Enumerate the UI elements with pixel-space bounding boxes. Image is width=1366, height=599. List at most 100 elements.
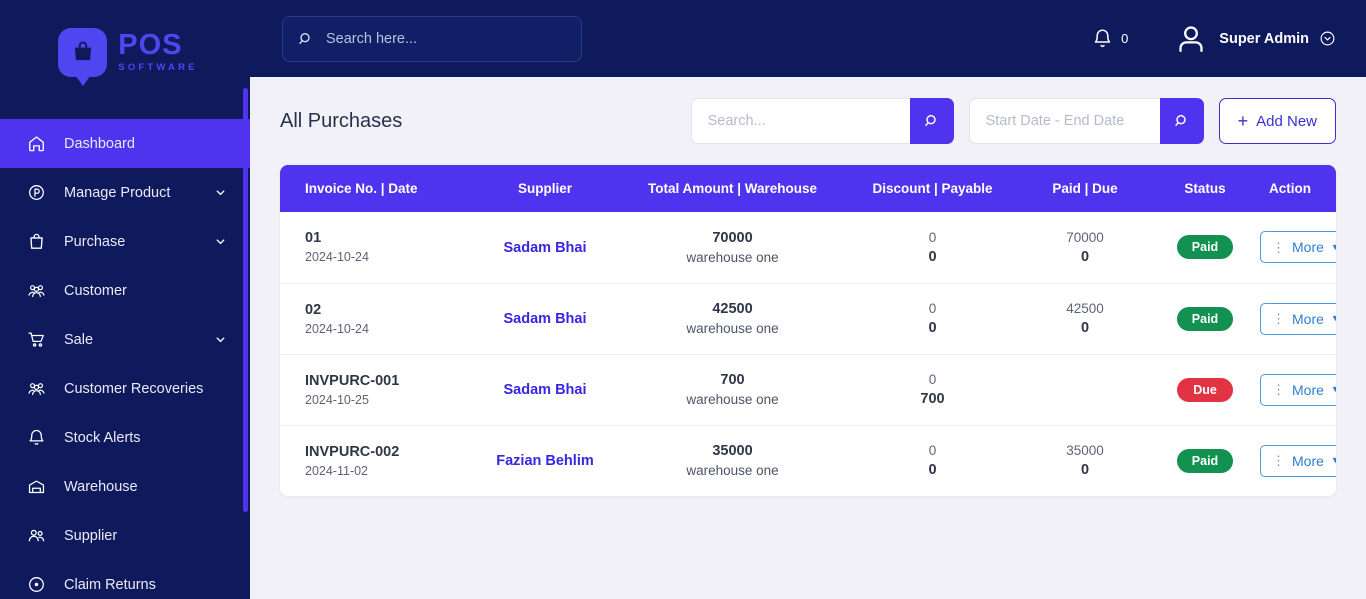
notification-count: 0 xyxy=(1121,31,1129,46)
sidebar-item-label: Sale xyxy=(64,331,94,348)
vertical-dots-icon: ⋮ xyxy=(1272,382,1285,397)
main-area: 0 Super Admin Al xyxy=(250,0,1366,599)
sidebar-item-label: Customer xyxy=(64,282,127,299)
more-button[interactable]: ⋮ More ▼ xyxy=(1260,302,1336,335)
invoice-date: 2024-11-02 xyxy=(305,463,369,478)
content: All Purchases Search... Start Date - End… xyxy=(250,77,1366,599)
magnifier-icon xyxy=(1174,113,1190,129)
more-button-label: More xyxy=(1292,452,1324,469)
purchase-search-button[interactable] xyxy=(909,98,954,144)
chevron-down-circle-icon[interactable] xyxy=(1319,30,1336,47)
invoice-date: 2024-10-24 xyxy=(305,250,369,265)
cell-action: ⋮ More ▼ xyxy=(1260,425,1336,496)
brand-tagline: SOFTWARE xyxy=(118,62,198,74)
cell-action: ⋮ More ▼ xyxy=(1260,354,1336,425)
more-button[interactable]: ⋮ More ▼ xyxy=(1260,231,1336,264)
sidebar-item-label: Stock Alerts xyxy=(64,429,141,446)
cell-total-warehouse: 35000 warehouse one xyxy=(620,425,845,496)
paid-value: 70000 xyxy=(1066,229,1104,245)
global-search-input[interactable] xyxy=(326,30,566,47)
brand-text: POS SOFTWARE xyxy=(118,31,197,73)
cell-invoice: 01 2024-10-24 xyxy=(280,212,470,283)
more-button[interactable]: ⋮ More ▼ xyxy=(1260,444,1336,477)
cell-supplier: Sadam Bhai xyxy=(470,283,620,354)
brand-logo[interactable]: POS SOFTWARE xyxy=(0,0,250,104)
more-button-label: More xyxy=(1292,239,1324,256)
cell-invoice: 02 2024-10-24 xyxy=(280,283,470,354)
total-amount: 35000 xyxy=(712,443,753,460)
purchase-search-input[interactable] xyxy=(690,98,910,144)
sidebar-item-customer-recoveries[interactable]: Customer Recoveries xyxy=(0,364,250,413)
customer-group-icon xyxy=(25,280,47,302)
notifications-button[interactable]: 0 xyxy=(1092,28,1128,49)
topbar: 0 Super Admin xyxy=(250,0,1366,77)
payable-value: 0 xyxy=(928,320,937,336)
purchases-table: Invoice No. | Date Supplier Total Amount… xyxy=(280,165,1336,496)
user-name: Super Admin xyxy=(1219,30,1309,47)
invoice-date: 2024-10-24 xyxy=(305,321,369,336)
vertical-dots-icon: ⋮ xyxy=(1272,239,1285,255)
bell-icon xyxy=(1092,28,1113,49)
sidebar-item-purchase[interactable]: Purchase xyxy=(0,217,250,266)
cell-action: ⋮ More ▼ xyxy=(1260,283,1336,354)
vertical-dots-icon: ⋮ xyxy=(1272,311,1285,326)
status-badge: Paid xyxy=(1177,306,1233,331)
purchase-search-group xyxy=(690,98,954,144)
column-header-paid: Paid | Due xyxy=(1052,181,1118,196)
cell-invoice: INVPURC-001 2024-10-25 xyxy=(280,354,470,425)
cell-paid-due xyxy=(1020,354,1150,425)
topbar-right: 0 Super Admin xyxy=(1092,22,1336,56)
supplier-link[interactable]: Sadam Bhai xyxy=(504,382,587,398)
sidebar-item-stock-alerts[interactable]: Stock Alerts xyxy=(0,413,250,462)
payable-value: 0 xyxy=(928,462,937,479)
date-range-search-button[interactable] xyxy=(1159,98,1204,144)
supplier-link[interactable]: Sadam Bhai xyxy=(504,240,587,256)
people-icon xyxy=(25,525,47,547)
user-avatar-icon[interactable] xyxy=(1174,22,1208,56)
table-header-row: Invoice No. | Date Supplier Total Amount… xyxy=(280,165,1336,212)
total-amount: 70000 xyxy=(712,229,753,246)
sidebar-item-customer[interactable]: Customer xyxy=(0,266,250,315)
warehouse-name: warehouse one xyxy=(686,392,779,407)
chevron-down-icon[interactable] xyxy=(214,333,228,347)
sidebar-item-dashboard[interactable]: Dashboard xyxy=(0,119,250,168)
add-new-button[interactable]: + Add New xyxy=(1218,98,1336,144)
more-button[interactable]: ⋮ More ▼ xyxy=(1260,373,1336,406)
invoice-number: 01 xyxy=(305,230,322,247)
column-header-status: Status xyxy=(1184,181,1226,196)
due-value: 0 xyxy=(1080,462,1090,479)
add-new-label: Add New xyxy=(1256,112,1317,130)
sidebar-item-supplier[interactable]: Supplier xyxy=(0,511,250,560)
supplier-link[interactable]: Sadam Bhai xyxy=(504,311,587,327)
chevron-down-icon[interactable] xyxy=(214,235,228,249)
paid-value: 35000 xyxy=(1066,443,1104,459)
payable-value: 700 xyxy=(920,391,945,407)
invoice-date: 2024-10-25 xyxy=(305,392,369,407)
total-amount: 700 xyxy=(720,372,745,388)
discount-value: 0 xyxy=(928,443,937,459)
date-range-input[interactable] xyxy=(968,98,1160,144)
column-header-action: Action xyxy=(1269,181,1311,196)
sidebar-item-manage-product[interactable]: Manage Product xyxy=(0,168,250,217)
sidebar-item-claim-returns[interactable]: Claim Returns xyxy=(0,560,250,599)
cell-supplier: Sadam Bhai xyxy=(470,212,620,283)
magnifier-icon xyxy=(298,31,314,47)
global-search[interactable] xyxy=(282,15,582,62)
sidebar-item-label: Claim Returns xyxy=(64,576,156,593)
chevron-down-icon[interactable] xyxy=(214,186,228,200)
sidebar-item-warehouse[interactable]: Warehouse xyxy=(0,462,250,511)
sidebar-item-label: Purchase xyxy=(64,233,126,250)
invoice-number: INVPURC-002 xyxy=(305,443,400,460)
warehouse-name: warehouse one xyxy=(686,321,779,336)
cell-invoice: INVPURC-002 2024-11-02 xyxy=(280,425,470,496)
sidebar-item-sale[interactable]: Sale xyxy=(0,315,250,364)
sidebar-nav: Dashboard Manage Product Purchase Customer S… xyxy=(0,119,250,599)
target-circle-icon xyxy=(25,574,47,596)
sidebar-scrollbar[interactable] xyxy=(243,88,248,512)
sidebar-item-label: Supplier xyxy=(64,527,118,544)
page-header: All Purchases Search... Start Date - End… xyxy=(280,77,1336,165)
date-range-group xyxy=(968,98,1204,144)
cell-status: Paid xyxy=(1150,425,1260,496)
supplier-link[interactable]: Fazian Behlim xyxy=(496,453,594,469)
cell-total-warehouse: 70000 warehouse one xyxy=(620,212,845,283)
